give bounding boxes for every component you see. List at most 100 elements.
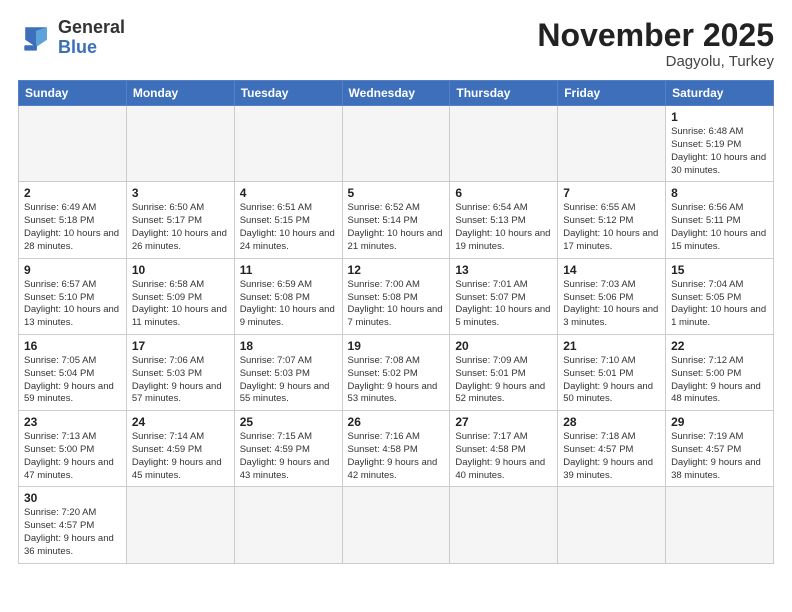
day-info: Sunrise: 7:13 AM Sunset: 5:00 PM Dayligh… (24, 431, 121, 482)
day-info: Sunrise: 6:51 AM Sunset: 5:15 PM Dayligh… (240, 202, 337, 253)
day-number: 12 (348, 263, 445, 277)
logo: General Blue (18, 18, 125, 58)
table-row: 25Sunrise: 7:15 AM Sunset: 4:59 PM Dayli… (234, 411, 342, 487)
header-row: Sunday Monday Tuesday Wednesday Thursday… (19, 81, 774, 106)
day-number: 28 (563, 415, 660, 429)
calendar-week-3: 16Sunrise: 7:05 AM Sunset: 5:04 PM Dayli… (19, 334, 774, 410)
day-info: Sunrise: 7:10 AM Sunset: 5:01 PM Dayligh… (563, 355, 660, 406)
day-info: Sunrise: 7:16 AM Sunset: 4:58 PM Dayligh… (348, 431, 445, 482)
table-row: 1 Sunrise: 6:48 AM Sunset: 5:19 PM Daylig… (666, 106, 774, 182)
day-number: 9 (24, 263, 121, 277)
table-row: 20 Sunrise: 7:09 AM Sunset: 5:01 PM Dayli… (450, 334, 558, 410)
table-row (666, 487, 774, 563)
day-number: 20 (455, 339, 552, 353)
table-row: 11 Sunrise: 6:59 AM Sunset: 5:08 PM Dayli… (234, 258, 342, 334)
day-number: 26 (348, 415, 445, 429)
day-info: Sunrise: 6:48 AM Sunset: 5:19 PM Dayligh… (671, 126, 768, 177)
table-row (234, 487, 342, 563)
col-wednesday: Wednesday (342, 81, 450, 106)
table-row: 27 Sunrise: 7:17 AM Sunset: 4:58 PM Dayli… (450, 411, 558, 487)
table-row (558, 487, 666, 563)
day-number: 24 (132, 415, 229, 429)
logo-text: General Blue (58, 18, 125, 58)
table-row (126, 106, 234, 182)
day-number: 30 (24, 491, 121, 505)
table-row: 13 Sunrise: 7:01 AM Sunset: 5:07 PM Dayli… (450, 258, 558, 334)
day-number: 21 (563, 339, 660, 353)
day-number: 4 (240, 186, 337, 200)
day-info: Sunrise: 7:14 AM Sunset: 4:59 PM Dayligh… (132, 431, 229, 482)
day-info: Sunrise: 7:00 AM Sunset: 5:08 PM Dayligh… (348, 279, 445, 330)
day-number: 14 (563, 263, 660, 277)
table-row: 24 Sunrise: 7:14 AM Sunset: 4:59 PM Dayli… (126, 411, 234, 487)
table-row (126, 487, 234, 563)
day-info: Sunrise: 6:59 AM Sunset: 5:08 PM Dayligh… (240, 279, 337, 330)
col-friday: Friday (558, 81, 666, 106)
day-info: Sunrise: 6:57 AM Sunset: 5:10 PM Dayligh… (24, 279, 121, 330)
table-row: 4 Sunrise: 6:51 AM Sunset: 5:15 PM Daylig… (234, 182, 342, 258)
logo-general: General (58, 17, 125, 37)
day-number: 11 (240, 263, 337, 277)
table-row: 17 Sunrise: 7:06 AM Sunset: 5:03 PM Dayli… (126, 334, 234, 410)
day-number: 15 (671, 263, 768, 277)
day-info: Sunrise: 7:17 AM Sunset: 4:58 PM Dayligh… (455, 431, 552, 482)
day-number: 18 (240, 339, 337, 353)
day-number: 19 (348, 339, 445, 353)
col-saturday: Saturday (666, 81, 774, 106)
table-row: 21 Sunrise: 7:10 AM Sunset: 5:01 PM Dayli… (558, 334, 666, 410)
table-row: 26 Sunrise: 7:16 AM Sunset: 4:58 PM Dayli… (342, 411, 450, 487)
col-sunday: Sunday (19, 81, 127, 106)
calendar-table: Sunday Monday Tuesday Wednesday Thursday… (18, 80, 774, 564)
logo-blue: Blue (58, 37, 97, 57)
day-number: 3 (132, 186, 229, 200)
col-thursday: Thursday (450, 81, 558, 106)
day-number: 5 (348, 186, 445, 200)
day-info: Sunrise: 6:52 AM Sunset: 5:14 PM Dayligh… (348, 202, 445, 253)
table-row (342, 487, 450, 563)
day-info: Sunrise: 7:08 AM Sunset: 5:02 PM Dayligh… (348, 355, 445, 406)
day-info: Sunrise: 7:06 AM Sunset: 5:03 PM Dayligh… (132, 355, 229, 406)
day-info: Sunrise: 6:55 AM Sunset: 5:12 PM Dayligh… (563, 202, 660, 253)
table-row (342, 106, 450, 182)
table-row: 3Sunrise: 6:50 AM Sunset: 5:17 PM Daylig… (126, 182, 234, 258)
table-row: 18Sunrise: 7:07 AM Sunset: 5:03 PM Dayli… (234, 334, 342, 410)
day-info: Sunrise: 7:01 AM Sunset: 5:07 PM Dayligh… (455, 279, 552, 330)
calendar-week-0: 1 Sunrise: 6:48 AM Sunset: 5:19 PM Daylig… (19, 106, 774, 182)
header: General Blue November 2025 Dagyolu, Turk… (18, 18, 774, 70)
day-number: 8 (671, 186, 768, 200)
day-number: 1 (671, 110, 768, 124)
table-row (19, 106, 127, 182)
day-number: 17 (132, 339, 229, 353)
table-row: 12 Sunrise: 7:00 AM Sunset: 5:08 PM Dayli… (342, 258, 450, 334)
calendar-week-1: 2Sunrise: 6:49 AM Sunset: 5:18 PM Daylig… (19, 182, 774, 258)
calendar-title: November 2025 (537, 18, 774, 53)
day-number: 29 (671, 415, 768, 429)
col-monday: Monday (126, 81, 234, 106)
day-number: 27 (455, 415, 552, 429)
table-row: 16Sunrise: 7:05 AM Sunset: 5:04 PM Dayli… (19, 334, 127, 410)
table-row (234, 106, 342, 182)
table-row: 8Sunrise: 6:56 AM Sunset: 5:11 PM Daylig… (666, 182, 774, 258)
table-row: 15Sunrise: 7:04 AM Sunset: 5:05 PM Dayli… (666, 258, 774, 334)
day-number: 13 (455, 263, 552, 277)
table-row: 14 Sunrise: 7:03 AM Sunset: 5:06 PM Dayli… (558, 258, 666, 334)
day-info: Sunrise: 6:54 AM Sunset: 5:13 PM Dayligh… (455, 202, 552, 253)
table-row: 22 Sunrise: 7:12 AM Sunset: 5:00 PM Dayli… (666, 334, 774, 410)
day-info: Sunrise: 7:03 AM Sunset: 5:06 PM Dayligh… (563, 279, 660, 330)
table-row (450, 106, 558, 182)
day-number: 6 (455, 186, 552, 200)
table-row: 29Sunrise: 7:19 AM Sunset: 4:57 PM Dayli… (666, 411, 774, 487)
day-number: 22 (671, 339, 768, 353)
day-info: Sunrise: 7:12 AM Sunset: 5:00 PM Dayligh… (671, 355, 768, 406)
table-row: 28Sunrise: 7:18 AM Sunset: 4:57 PM Dayli… (558, 411, 666, 487)
title-block: November 2025 Dagyolu, Turkey (537, 18, 774, 70)
table-row (558, 106, 666, 182)
day-info: Sunrise: 7:09 AM Sunset: 5:01 PM Dayligh… (455, 355, 552, 406)
day-number: 23 (24, 415, 121, 429)
day-info: Sunrise: 7:05 AM Sunset: 5:04 PM Dayligh… (24, 355, 121, 406)
day-number: 2 (24, 186, 121, 200)
col-tuesday: Tuesday (234, 81, 342, 106)
table-row: 6 Sunrise: 6:54 AM Sunset: 5:13 PM Daylig… (450, 182, 558, 258)
day-info: Sunrise: 6:58 AM Sunset: 5:09 PM Dayligh… (132, 279, 229, 330)
table-row: 7Sunrise: 6:55 AM Sunset: 5:12 PM Daylig… (558, 182, 666, 258)
